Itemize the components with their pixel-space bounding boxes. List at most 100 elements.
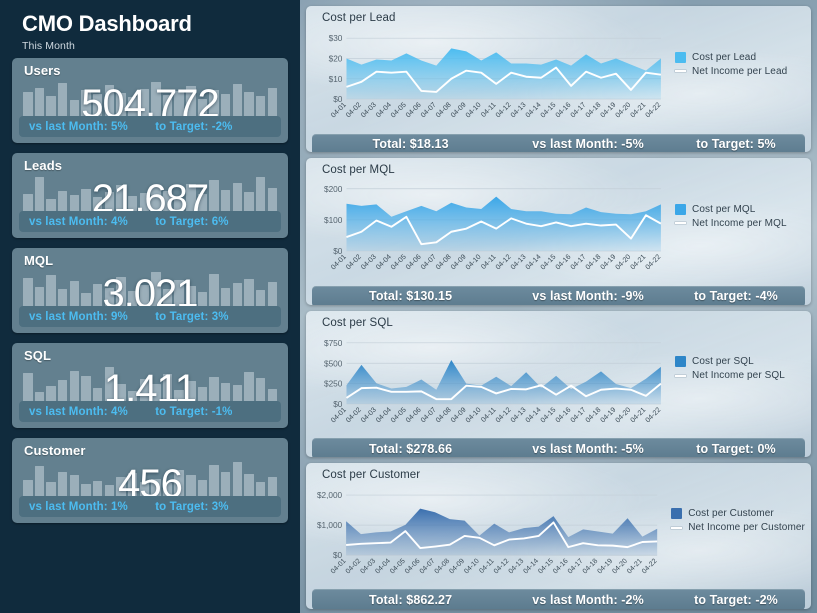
svg-text:04-04: 04-04: [374, 253, 393, 272]
svg-text:04-14: 04-14: [524, 405, 543, 424]
chart-title: Cost per Customer: [322, 468, 421, 481]
svg-text:04-12: 04-12: [494, 253, 513, 272]
chart-panel-cost-per-mql: Cost per MQL $0 $100 $200 04-01 04-02 04-03 04-…: [306, 158, 811, 305]
chart-total: Total: $278.66: [369, 441, 453, 456]
svg-text:$20: $20: [329, 54, 343, 64]
chart-body: $0 $10 $20 $30 04-01 04-02 04-03 04-04 04-05 04-0…: [306, 24, 811, 134]
svg-text:04-19: 04-19: [599, 253, 618, 272]
chart-vs-last-month: vs last Month: -5%: [532, 441, 644, 456]
svg-text:04-12: 04-12: [494, 405, 513, 424]
kpi-vs-last-month: vs last Month: 1%: [29, 500, 128, 513]
kpi-card-mql[interactable]: MQL 3,021 vs last Month: 9% to Target: 3%: [12, 248, 288, 333]
kpi-to-target: to Target: 6%: [155, 215, 229, 228]
cmo-dashboard: CMO Dashboard This Month Users 504,772 vs …: [0, 0, 817, 613]
kpi-label: Customer: [24, 443, 86, 458]
svg-text:04-11: 04-11: [480, 405, 498, 423]
svg-text:04-21: 04-21: [629, 101, 648, 120]
kpi-footer: vs last Month: 4% to Target: 6%: [19, 211, 281, 232]
chart-vs-last-month: vs last Month: -2%: [532, 592, 644, 607]
chart-footer: Total: $18.13 vs last Month: -5% to Target…: [312, 133, 805, 153]
svg-text:04-21: 04-21: [629, 253, 648, 272]
svg-text:04-02: 04-02: [344, 405, 363, 424]
plot-area[interactable]: $0 $100 $200 04-01 04-02 04-03 04-04 04-05 04-06…: [312, 176, 667, 286]
svg-text:04-18: 04-18: [584, 405, 603, 424]
svg-text:04-05: 04-05: [389, 101, 408, 120]
svg-text:04-06: 04-06: [404, 405, 423, 424]
svg-text:04-18: 04-18: [584, 101, 603, 120]
svg-text:04-08: 04-08: [434, 253, 453, 272]
svg-text:04-06: 04-06: [404, 253, 423, 272]
legend-item[interactable]: Cost per SQL: [675, 355, 805, 369]
svg-text:04-18: 04-18: [584, 253, 603, 272]
svg-text:04-10: 04-10: [464, 101, 483, 120]
kpi-card-leads[interactable]: Leads 21,687 vs last Month: 4% to Target: 6…: [12, 153, 288, 238]
kpi-vs-last-month: vs last Month: 4%: [29, 215, 128, 228]
svg-text:04-06: 04-06: [404, 557, 422, 575]
legend-swatch-icon: [675, 203, 686, 215]
legend-item[interactable]: Cost per Customer: [671, 507, 805, 521]
svg-text:04-04: 04-04: [374, 101, 393, 120]
chart-to-target: to Target: 5%: [696, 137, 776, 152]
svg-text:04-13: 04-13: [509, 405, 528, 424]
legend-item[interactable]: Net Income per Customer: [671, 521, 805, 535]
svg-text:04-15: 04-15: [539, 405, 558, 424]
svg-text:04-16: 04-16: [552, 557, 570, 575]
kpi-vs-last-month: vs last Month: 9%: [29, 310, 128, 323]
legend-item[interactable]: Cost per MQL: [675, 202, 805, 216]
svg-text:04-11: 04-11: [480, 253, 498, 271]
kpi-card-customer[interactable]: Customer 456 vs last Month: 1% to Target: 3…: [12, 438, 288, 523]
svg-text:04-15: 04-15: [537, 557, 555, 575]
plot-area[interactable]: $0 $10 $20 $30 04-01 04-02 04-03 04-04 04-05 04-0…: [312, 24, 667, 134]
svg-text:04-06: 04-06: [404, 101, 423, 120]
svg-text:04-03: 04-03: [359, 101, 378, 120]
svg-text:04-20: 04-20: [614, 253, 633, 272]
kpi-vs-last-month: vs last Month: 5%: [29, 120, 128, 133]
svg-text:04-16: 04-16: [554, 405, 573, 424]
kpi-to-target: to Target: 3%: [155, 500, 229, 513]
svg-text:04-07: 04-07: [419, 557, 437, 575]
chart-legend: Cost per Customer Net Income per Customer: [663, 481, 805, 589]
svg-text:04-17: 04-17: [567, 557, 585, 575]
svg-text:04-22: 04-22: [641, 557, 659, 575]
svg-text:04-13: 04-13: [509, 101, 528, 120]
svg-text:04-07: 04-07: [419, 101, 438, 120]
svg-text:04-22: 04-22: [644, 405, 663, 424]
chart-to-target: to Target: 0%: [696, 441, 776, 456]
chart-footer: Total: $862.27 vs last Month: -2% to Targe…: [312, 589, 805, 609]
plot-area[interactable]: $0 $1,000 $2,000 04-01 04-02 04-03 04-04 04-05 0…: [312, 481, 663, 589]
chart-legend: Cost per MQL Net Income per MQL: [667, 176, 805, 286]
kpi-card-list: Users 504,772 vs last Month: 5% to Target: …: [0, 58, 300, 523]
legend-label: Net Income per Customer: [688, 522, 805, 534]
kpi-card-users[interactable]: Users 504,772 vs last Month: 5% to Target: …: [12, 58, 288, 143]
legend-item[interactable]: Net Income per Lead: [675, 64, 805, 78]
chart-total: Total: $18.13: [372, 137, 449, 152]
legend-item[interactable]: Net Income per SQL: [675, 369, 805, 383]
svg-text:$250: $250: [324, 378, 343, 388]
svg-text:04-08: 04-08: [434, 557, 452, 575]
svg-text:04-02: 04-02: [344, 253, 363, 272]
svg-text:$500: $500: [324, 358, 343, 368]
chart-footer: Total: $278.66 vs last Month: -5% to Targe…: [312, 438, 805, 457]
chart-title: Cost per SQL: [322, 316, 393, 329]
plot-area[interactable]: $0 $250 $500 $750 04-01 04-02 04-03 04-04 04-05 0…: [312, 329, 667, 439]
svg-text:04-13: 04-13: [508, 557, 526, 575]
kpi-footer: vs last Month: 5% to Target: -2%: [19, 116, 281, 137]
kpi-card-sql[interactable]: SQL 1,411 vs last Month: 4% to Target: -1%: [12, 343, 288, 428]
svg-text:04-18: 04-18: [582, 557, 600, 575]
svg-text:04-03: 04-03: [359, 405, 378, 424]
legend-item[interactable]: Cost per Lead: [675, 50, 805, 64]
legend-item[interactable]: Net Income per MQL: [675, 216, 805, 230]
page-subtitle: This Month: [22, 40, 75, 52]
chart-body: $0 $1,000 $2,000 04-01 04-02 04-03 04-04 04-05 0…: [306, 481, 811, 589]
legend-swatch-icon: [675, 356, 686, 367]
charts-column: Cost per Lead $0 $10 $20 $30 04-01 04-02 04-03 0…: [300, 0, 817, 613]
legend-swatch-icon: [675, 51, 686, 63]
chart-to-target: to Target: -4%: [694, 289, 778, 304]
svg-text:04-04: 04-04: [374, 405, 393, 424]
svg-text:04-19: 04-19: [599, 405, 618, 424]
kpi-vs-last-month: vs last Month: 4%: [29, 405, 128, 418]
svg-text:$750: $750: [324, 337, 343, 347]
legend-label: Cost per Customer: [688, 508, 774, 520]
kpi-label: MQL: [24, 253, 54, 268]
chart-panel-cost-per-sql: Cost per SQL $0 $250 $500 $750 04-01 04-02 04-0…: [306, 310, 811, 457]
